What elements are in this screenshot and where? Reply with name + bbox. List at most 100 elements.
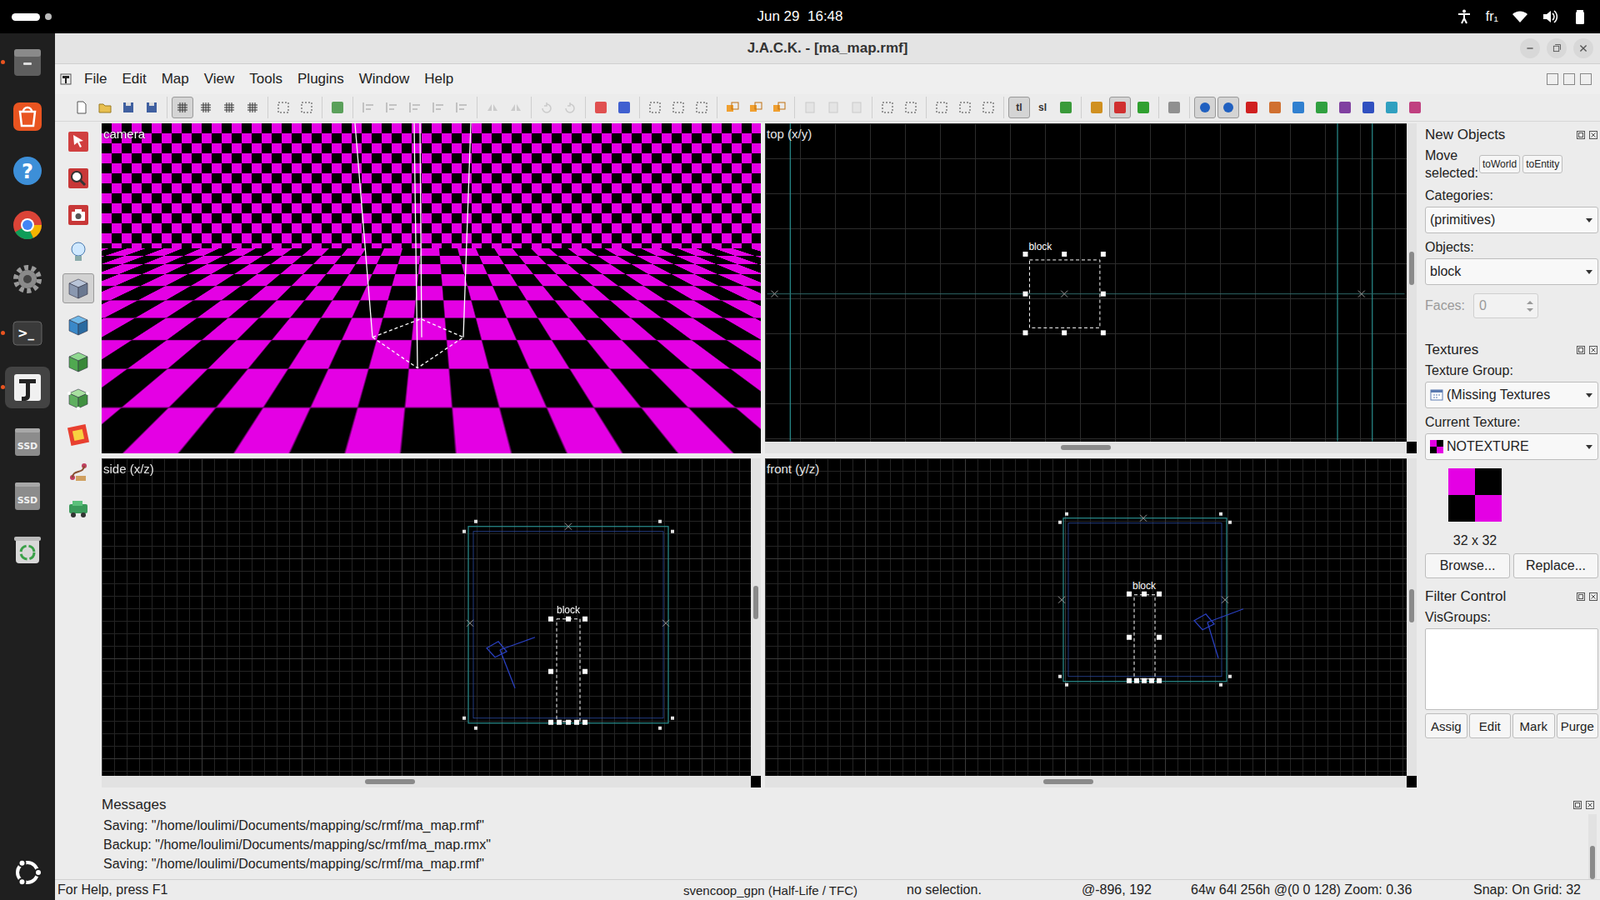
toolbar-sel-button[interactable] xyxy=(977,96,1000,119)
objects-dropdown[interactable]: block xyxy=(1425,258,1599,285)
decal-tool-button[interactable] xyxy=(62,420,95,450)
move-button[interactable]: toEntity xyxy=(1522,155,1563,174)
texture-button[interactable]: Browse... xyxy=(1425,553,1510,579)
float-icon[interactable] xyxy=(1575,591,1586,602)
activities-indicator[interactable] xyxy=(11,13,757,21)
filter-button[interactable]: Purge xyxy=(1556,713,1600,739)
float-icon[interactable] xyxy=(1575,130,1586,140)
menu-item[interactable]: Map xyxy=(154,67,197,91)
categories-dropdown[interactable]: (primitives) xyxy=(1425,206,1599,234)
dock-appstore[interactable] xyxy=(5,95,50,138)
toolbar-sel-button[interactable] xyxy=(900,96,922,119)
toolbar-sel-button[interactable] xyxy=(644,96,666,119)
vertical-scrollbar[interactable] xyxy=(1406,123,1417,442)
toolbar-flip-button[interactable] xyxy=(481,96,504,119)
scroll-thumb[interactable] xyxy=(1409,589,1415,623)
toolbar-text-button[interactable]: sl xyxy=(1031,96,1054,119)
menu-item[interactable]: Help xyxy=(416,67,461,91)
scroll-thumb[interactable] xyxy=(753,585,759,620)
dock-drive[interactable]: SSD xyxy=(5,420,50,463)
toolbar-grid-button[interactable] xyxy=(241,96,264,119)
toolbar-sel-button[interactable] xyxy=(876,96,899,119)
toolbar-align-button[interactable] xyxy=(427,96,450,119)
toolbar-badge-button[interactable] xyxy=(1404,96,1426,119)
select-tool-button[interactable] xyxy=(62,126,95,157)
mdi-close-button[interactable] xyxy=(1580,73,1592,85)
toolbar-grid-button[interactable] xyxy=(171,96,194,119)
dock-files[interactable] xyxy=(5,41,50,84)
horizontal-scrollbar[interactable] xyxy=(765,441,1407,454)
visgroups-list[interactable] xyxy=(1425,628,1599,710)
filter-button[interactable]: Mark xyxy=(1512,713,1555,739)
toolbar-text-button[interactable]: tl xyxy=(1008,96,1030,119)
grid-canvas[interactable]: blocktop (x/y) xyxy=(765,123,1407,442)
filter-button[interactable]: Edit xyxy=(1469,713,1512,739)
texture-tool-button[interactable] xyxy=(62,310,95,340)
app-icon[interactable] xyxy=(60,73,72,85)
toolbar-align-button[interactable] xyxy=(450,96,473,119)
float-icon[interactable] xyxy=(1572,800,1583,810)
close-icon[interactable] xyxy=(1588,130,1599,140)
overlay-tool-button[interactable] xyxy=(62,493,95,524)
toolbar-group-button[interactable] xyxy=(745,96,767,119)
toolbar-badge-button[interactable] xyxy=(1085,96,1108,119)
menu-item[interactable]: Tools xyxy=(241,67,290,91)
toolbar-sel-button[interactable] xyxy=(690,96,713,119)
vertical-scrollbar[interactable] xyxy=(1588,814,1597,880)
toolbar-badge-button[interactable] xyxy=(1109,96,1131,119)
toolbar-clip-button[interactable] xyxy=(845,96,868,119)
dock-jack[interactable] xyxy=(5,366,50,409)
move-button[interactable]: toWorld xyxy=(1479,155,1520,174)
menu-item[interactable]: View xyxy=(196,67,243,91)
toolbar-badge-button[interactable] xyxy=(1357,96,1380,119)
dock-help[interactable]: ? xyxy=(5,150,50,192)
message-lines[interactable]: Saving: "/home/loulimi/Documents/mapping… xyxy=(101,814,1589,880)
close-icon[interactable] xyxy=(1585,800,1595,810)
wifi-icon[interactable] xyxy=(1511,8,1529,25)
toolbar-badge-button[interactable] xyxy=(590,96,612,119)
scroll-thumb[interactable] xyxy=(1060,445,1111,450)
toolbar-dot-button[interactable] xyxy=(1217,96,1240,119)
accessibility-icon[interactable] xyxy=(1455,8,1473,25)
vertical-scrollbar[interactable] xyxy=(750,458,761,777)
vertical-scrollbar[interactable] xyxy=(1406,458,1417,777)
toolbar-sel-button[interactable] xyxy=(295,96,318,119)
menu-item[interactable]: Edit xyxy=(114,67,154,91)
toolbar-badge-button[interactable] xyxy=(1132,96,1155,119)
battery-icon[interactable] xyxy=(1571,8,1589,25)
toolbar-doc-button[interactable] xyxy=(70,96,93,119)
toolbar-disk-button[interactable] xyxy=(140,96,163,119)
system-tray[interactable]: fr₁ xyxy=(843,8,1589,25)
toolbar-sel-button[interactable] xyxy=(954,96,976,119)
dock-terminal[interactable]: >_ xyxy=(5,312,50,355)
toolbar-badge-button[interactable] xyxy=(1287,96,1310,119)
toolbar-group-button[interactable] xyxy=(721,96,744,119)
toolbar-disk-button[interactable] xyxy=(117,96,140,119)
show-apps-button[interactable] xyxy=(5,851,50,894)
menu-item[interactable]: Window xyxy=(351,67,417,91)
path-tool-button[interactable] xyxy=(62,456,95,487)
front-viewport[interactable]: blockfront (y/z) xyxy=(765,458,1417,789)
zoom-tool-button[interactable] xyxy=(62,163,95,194)
dock-chrome[interactable] xyxy=(5,204,50,246)
toolbar-flip-button[interactable] xyxy=(505,96,527,119)
horizontal-scrollbar[interactable] xyxy=(765,775,1407,788)
toolbar-badge-button[interactable] xyxy=(613,96,635,119)
current-texture-dropdown[interactable]: NOTEXTURE xyxy=(1425,433,1599,460)
dock-trash[interactable] xyxy=(5,529,50,571)
camera-viewport[interactable]: camera xyxy=(101,123,761,454)
side-viewport[interactable]: blockside (x/z) xyxy=(101,458,761,789)
entity-tool-button[interactable] xyxy=(62,236,95,267)
toolbar-sel-button[interactable] xyxy=(930,96,953,119)
scroll-thumb[interactable] xyxy=(365,779,415,785)
maximize-button[interactable] xyxy=(1546,38,1567,59)
toolbar-badge-button[interactable] xyxy=(1310,96,1333,119)
toolbar-clip-button[interactable] xyxy=(822,96,845,119)
toolbar-badge-button[interactable] xyxy=(326,96,349,119)
scroll-thumb[interactable] xyxy=(1590,845,1595,880)
scroll-thumb[interactable] xyxy=(1043,779,1094,785)
horizontal-scrollbar[interactable] xyxy=(101,775,751,788)
dock-drive[interactable]: SSD xyxy=(5,475,50,517)
vertex-tool-button[interactable] xyxy=(62,383,95,414)
toolbar-badge-button[interactable] xyxy=(1334,96,1356,119)
